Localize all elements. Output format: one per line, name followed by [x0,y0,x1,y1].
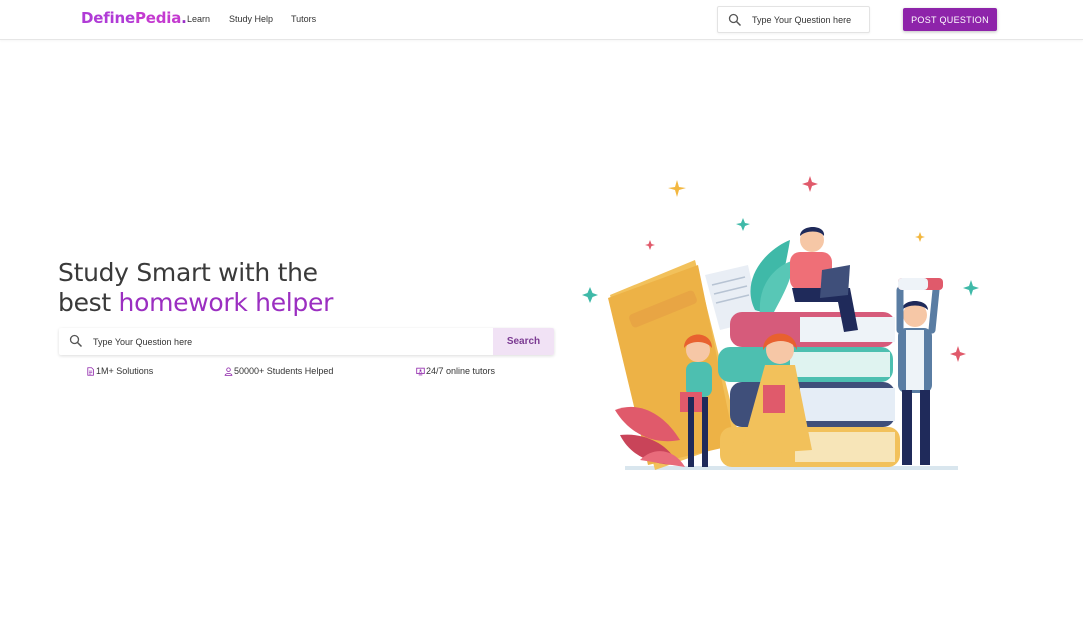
stat-solutions: 1M+ Solutions [86,366,153,376]
search-icon [69,334,83,348]
logo-dot: . [181,9,187,27]
header-search-box[interactable] [717,6,870,33]
main-search-box[interactable]: Search [59,328,554,355]
person-icon [224,366,233,376]
stat-students-label: 50000+ Students Helped [234,366,334,376]
hero-heading: Study Smart with the best homework helpe… [58,258,333,318]
monitor-icon [416,367,425,375]
post-question-button[interactable]: POST QUESTION [903,8,997,31]
nav-learn[interactable]: Learn [187,14,210,24]
document-icon [87,366,94,376]
search-icon [728,13,742,27]
stat-students: 50000+ Students Helped [224,366,333,376]
students-with-books-illustration [582,176,979,470]
stat-solutions-label: 1M+ Solutions [96,366,154,376]
hero-heading-prefix: best [58,288,119,317]
nav-study-help[interactable]: Study Help [229,14,273,24]
hero-heading-highlight: homework helper [118,288,334,317]
logo[interactable]: DefinePedia. [81,9,187,27]
stat-tutors-label: 24/7 online tutors [426,366,496,376]
top-navbar: DefinePedia. Learn Study Help Tutors POS… [0,0,1083,40]
hero-heading-line1: Study Smart with the [58,258,318,287]
stat-tutors: 24/7 online tutors [416,366,495,376]
main-search-input[interactable] [93,335,533,349]
nav-tutors[interactable]: Tutors [291,14,316,24]
logo-text-define: Define [81,9,135,27]
search-button[interactable]: Search [493,328,554,355]
header-search-input[interactable] [752,13,864,27]
logo-text-pedia: Pedia [134,9,182,27]
hero-heading-line2: best homework helper [58,288,333,318]
